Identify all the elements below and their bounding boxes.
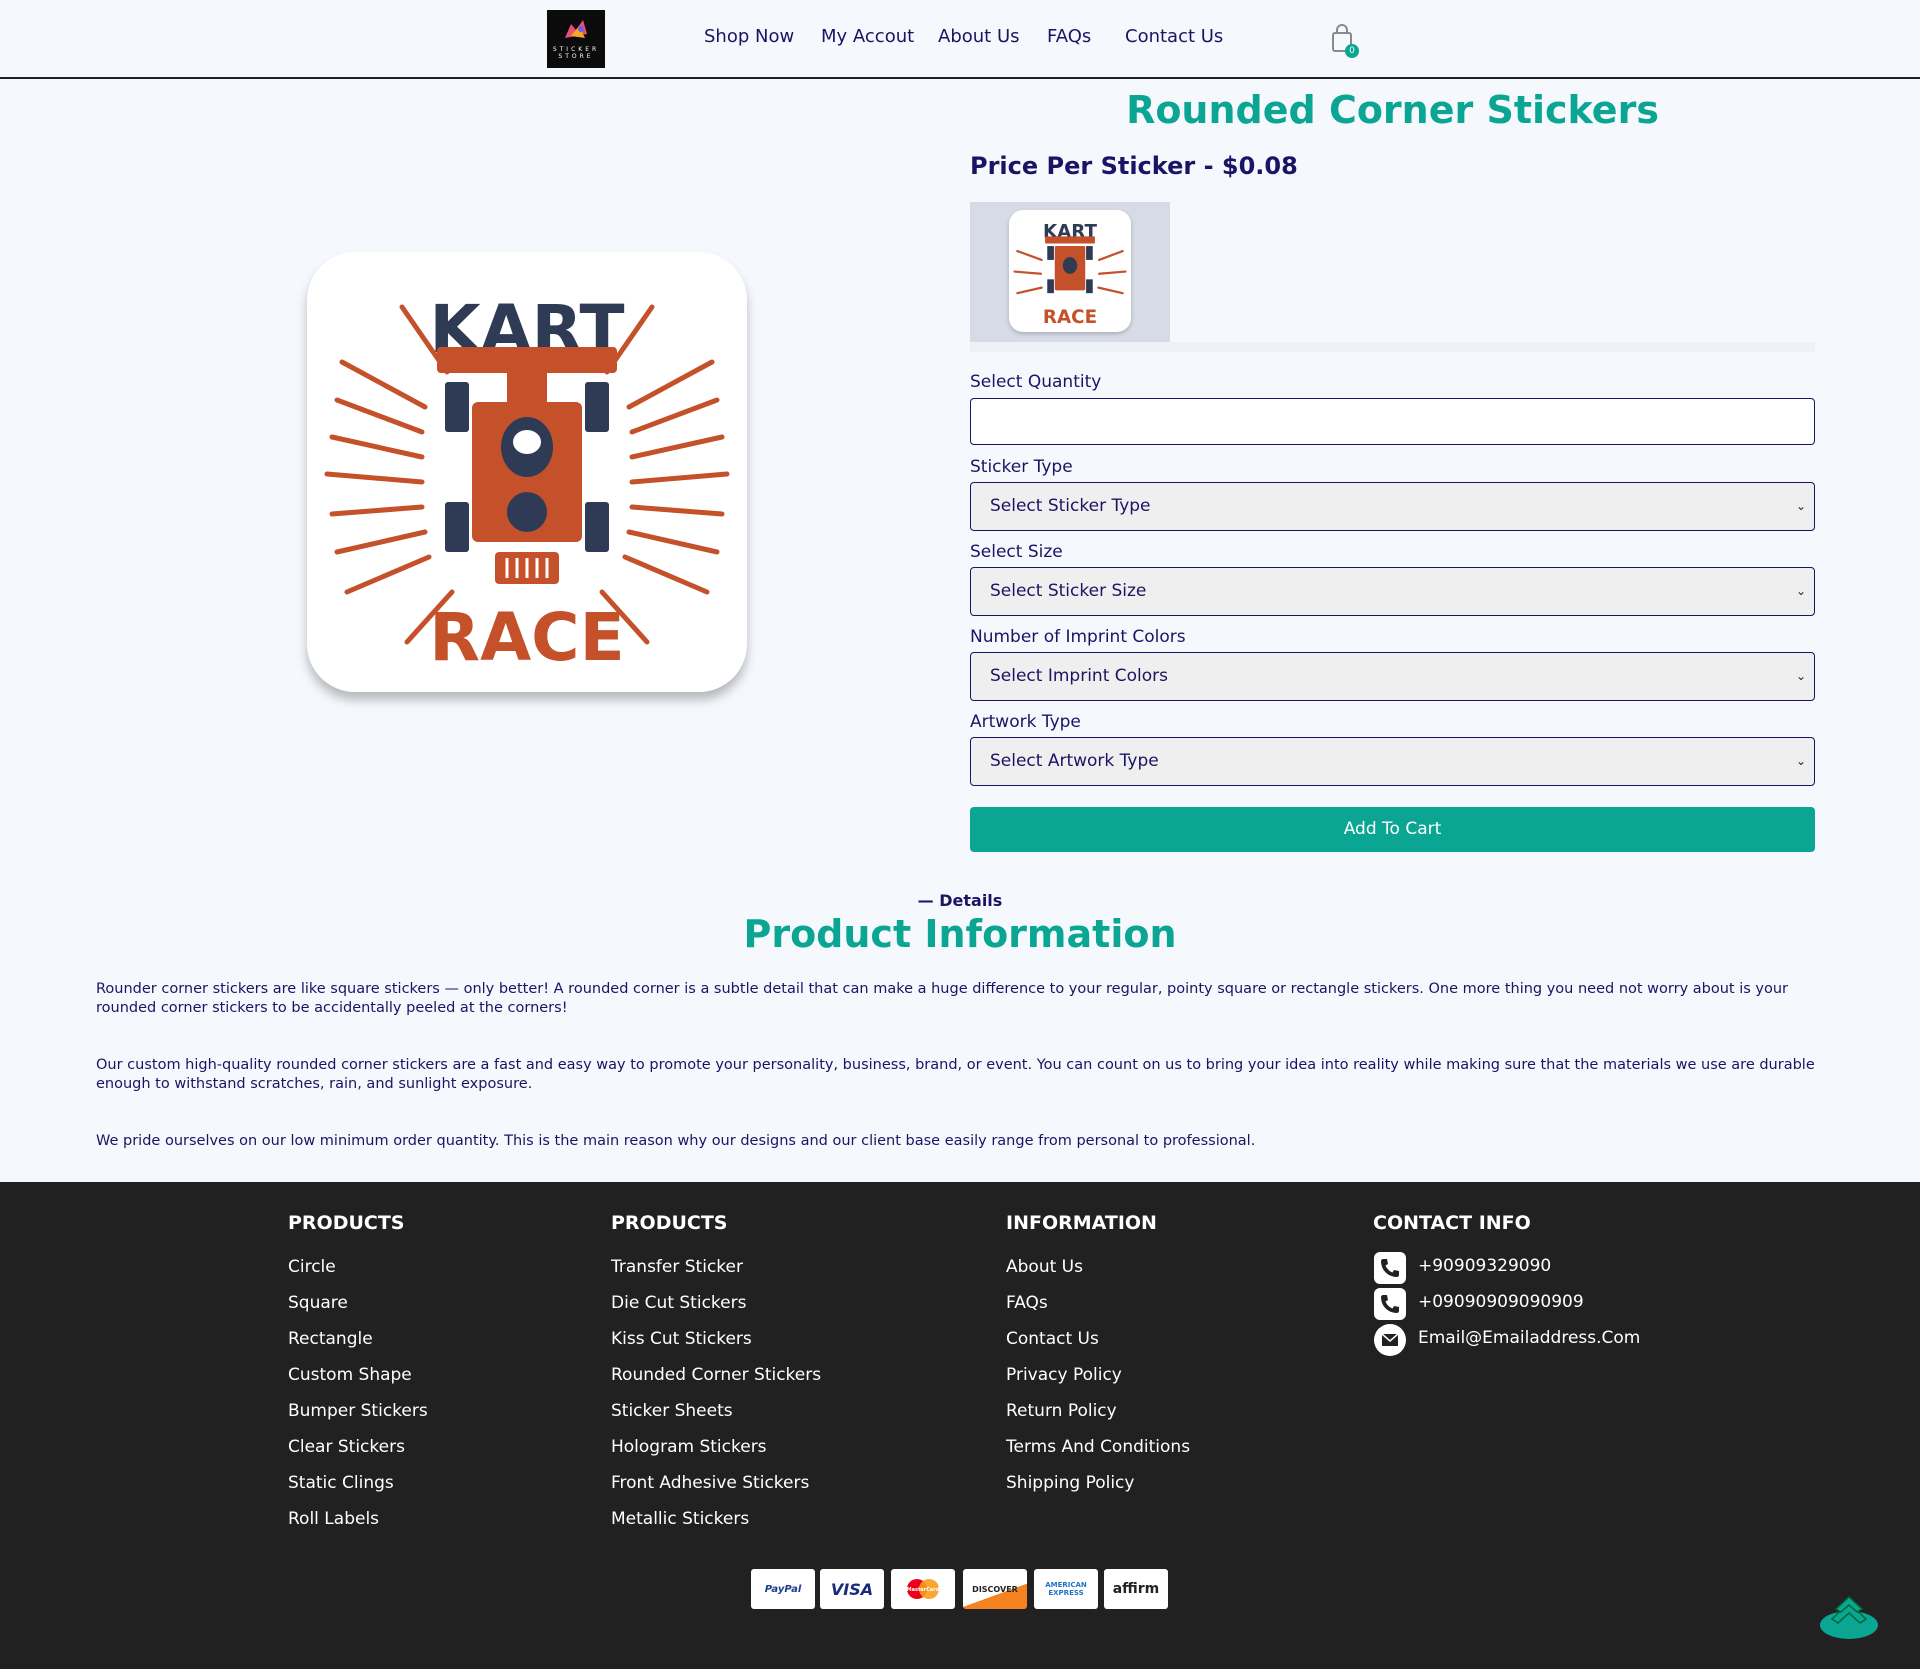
thumbnail-gallery: KART RACE [970, 202, 1170, 342]
chevron-down-icon: ⌄ [1795, 669, 1806, 683]
footer-link-rectangle[interactable]: Rectangle [288, 1329, 373, 1349]
chevron-up-icon [1820, 1595, 1878, 1639]
chevron-down-icon: ⌄ [1795, 584, 1806, 598]
amex-logo: AMERICAN EXPRESS [1034, 1569, 1098, 1609]
footer-link-kiss-cut[interactable]: Kiss Cut Stickers [611, 1329, 752, 1349]
quantity-input[interactable] [970, 398, 1815, 445]
footer-link-about-us[interactable]: About Us [1006, 1257, 1083, 1277]
fox-logo-icon [565, 20, 587, 38]
footer-link-custom-shape[interactable]: Custom Shape [288, 1365, 412, 1385]
size-select[interactable]: Select Sticker Size ⌄ [970, 567, 1815, 616]
size-value: Select Sticker Size [990, 581, 1147, 601]
logo-text: STICKER STORE [552, 46, 600, 60]
footer-link-rounded-corner[interactable]: Rounded Corner Stickers [611, 1365, 821, 1385]
paypal-logo: PayPal [751, 1569, 815, 1609]
phone-icon [1374, 1252, 1406, 1284]
description-paragraph: We pride ourselves on our low minimum or… [96, 1133, 1256, 1149]
paypal-logo-text: PayPal [764, 1583, 802, 1595]
footer-link-clear-stickers[interactable]: Clear Stickers [288, 1437, 405, 1457]
footer-link-privacy-policy[interactable]: Privacy Policy [1006, 1365, 1122, 1385]
mastercard-circles-icon: MasterCard [907, 1579, 940, 1599]
nav-faqs[interactable]: FAQs [1047, 26, 1091, 47]
footer-link-return-policy[interactable]: Return Policy [1006, 1401, 1117, 1421]
sticker-text-race: RACE [429, 599, 624, 676]
cart-count-badge: 0 [1345, 44, 1359, 58]
site-logo[interactable]: STICKER STORE [547, 10, 605, 68]
footer-link-circle[interactable]: Circle [288, 1257, 336, 1277]
product-information-title: Product Information [743, 912, 1177, 956]
footer-link-contact-us[interactable]: Contact Us [1006, 1329, 1099, 1349]
footer-link-faqs[interactable]: FAQs [1006, 1293, 1048, 1313]
footer-link-shipping-policy[interactable]: Shipping Policy [1006, 1473, 1134, 1493]
product-price: Price Per Sticker - $0.08 [970, 152, 1298, 180]
imprint-colors-value: Select Imprint Colors [990, 666, 1169, 686]
footer-link-front-adhesive[interactable]: Front Adhesive Stickers [611, 1473, 809, 1493]
quantity-label: Select Quantity [970, 372, 1102, 392]
nav-contact-us[interactable]: Contact Us [1125, 26, 1223, 47]
artwork-type-value: Select Artwork Type [990, 751, 1159, 771]
footer-products-heading-2: PRODUCTS [611, 1212, 728, 1234]
footer-link-static-clings[interactable]: Static Clings [288, 1473, 394, 1493]
product-title: Rounded Corner Stickers [1126, 88, 1659, 132]
product-main-image: KART RACE [307, 252, 747, 692]
imprint-colors-select[interactable]: Select Imprint Colors ⌄ [970, 652, 1815, 701]
footer-link-die-cut[interactable]: Die Cut Stickers [611, 1293, 746, 1313]
footer-link-transfer-sticker[interactable]: Transfer Sticker [611, 1257, 743, 1277]
footer-link-hologram[interactable]: Hologram Stickers [611, 1437, 767, 1457]
footer-information-heading: INFORMATION [1006, 1212, 1157, 1234]
visa-logo-text: VISA [830, 1579, 874, 1599]
footer-link-square[interactable]: Square [288, 1293, 348, 1313]
product-thumbnail[interactable]: KART RACE [1009, 210, 1131, 332]
envelope-icon [1374, 1324, 1406, 1356]
discover-logo: DISCOVER [963, 1569, 1027, 1609]
add-to-cart-button[interactable]: Add To Cart [970, 807, 1815, 852]
kart-race-sticker-art: KART RACE [324, 291, 730, 676]
footer-link-sticker-sheets[interactable]: Sticker Sheets [611, 1401, 733, 1421]
nav-my-account[interactable]: My Accout [821, 26, 914, 47]
description-paragraph: Rounder corner stickers are like square … [96, 981, 1789, 1016]
sticker-type-select[interactable]: Select Sticker Type ⌄ [970, 482, 1815, 531]
contact-phone-2[interactable]: +09090909090909 [1418, 1292, 1584, 1312]
chevron-down-icon: ⌄ [1795, 754, 1806, 768]
artwork-type-label: Artwork Type [970, 712, 1081, 732]
amex-logo-text: AMERICAN EXPRESS [1045, 1581, 1087, 1597]
affirm-logo-text: affirm [1112, 1581, 1160, 1597]
contact-phone-1[interactable]: +90909329090 [1418, 1256, 1551, 1276]
mastercard-logo: MasterCard [891, 1569, 955, 1609]
footer-link-terms[interactable]: Terms And Conditions [1006, 1437, 1190, 1457]
details-kicker: — Details [917, 891, 1003, 910]
kart-race-thumbnail-art: KART RACE [1013, 222, 1127, 328]
nav-about-us[interactable]: About Us [938, 26, 1020, 47]
site-header: STICKER STORE Shop Now My Accout About U… [0, 0, 1920, 79]
sticker-type-label: Sticker Type [970, 457, 1073, 477]
thumbnail-strip-divider [970, 342, 1815, 352]
description-paragraph: Our custom high-quality rounded corner s… [96, 1057, 1815, 1092]
phone-icon [1374, 1288, 1406, 1320]
visa-logo: VISA [820, 1569, 884, 1609]
footer-link-metallic[interactable]: Metallic Stickers [611, 1509, 749, 1529]
contact-email[interactable]: Email@Emailaddress.Com [1418, 1328, 1640, 1348]
scroll-to-top-button[interactable] [1818, 1587, 1880, 1641]
size-label: Select Size [970, 542, 1063, 562]
thumb-text-race: RACE [1043, 307, 1097, 328]
site-footer [0, 1182, 1920, 1669]
chevron-down-icon: ⌄ [1795, 499, 1806, 513]
discover-logo-text: DISCOVER [972, 1584, 1018, 1594]
footer-link-bumper-stickers[interactable]: Bumper Stickers [288, 1401, 428, 1421]
footer-contact-heading: CONTACT INFO [1373, 1212, 1531, 1234]
artwork-type-select[interactable]: Select Artwork Type ⌄ [970, 737, 1815, 786]
affirm-logo: affirm [1104, 1569, 1168, 1609]
sticker-type-value: Select Sticker Type [990, 496, 1151, 516]
footer-products-heading: PRODUCTS [288, 1212, 405, 1234]
mastercard-logo-text: MasterCard [907, 1587, 940, 1593]
cart-button[interactable]: 0 [1331, 24, 1361, 58]
imprint-colors-label: Number of Imprint Colors [970, 627, 1186, 647]
footer-link-roll-labels[interactable]: Roll Labels [288, 1509, 379, 1529]
nav-shop-now[interactable]: Shop Now [704, 26, 794, 47]
